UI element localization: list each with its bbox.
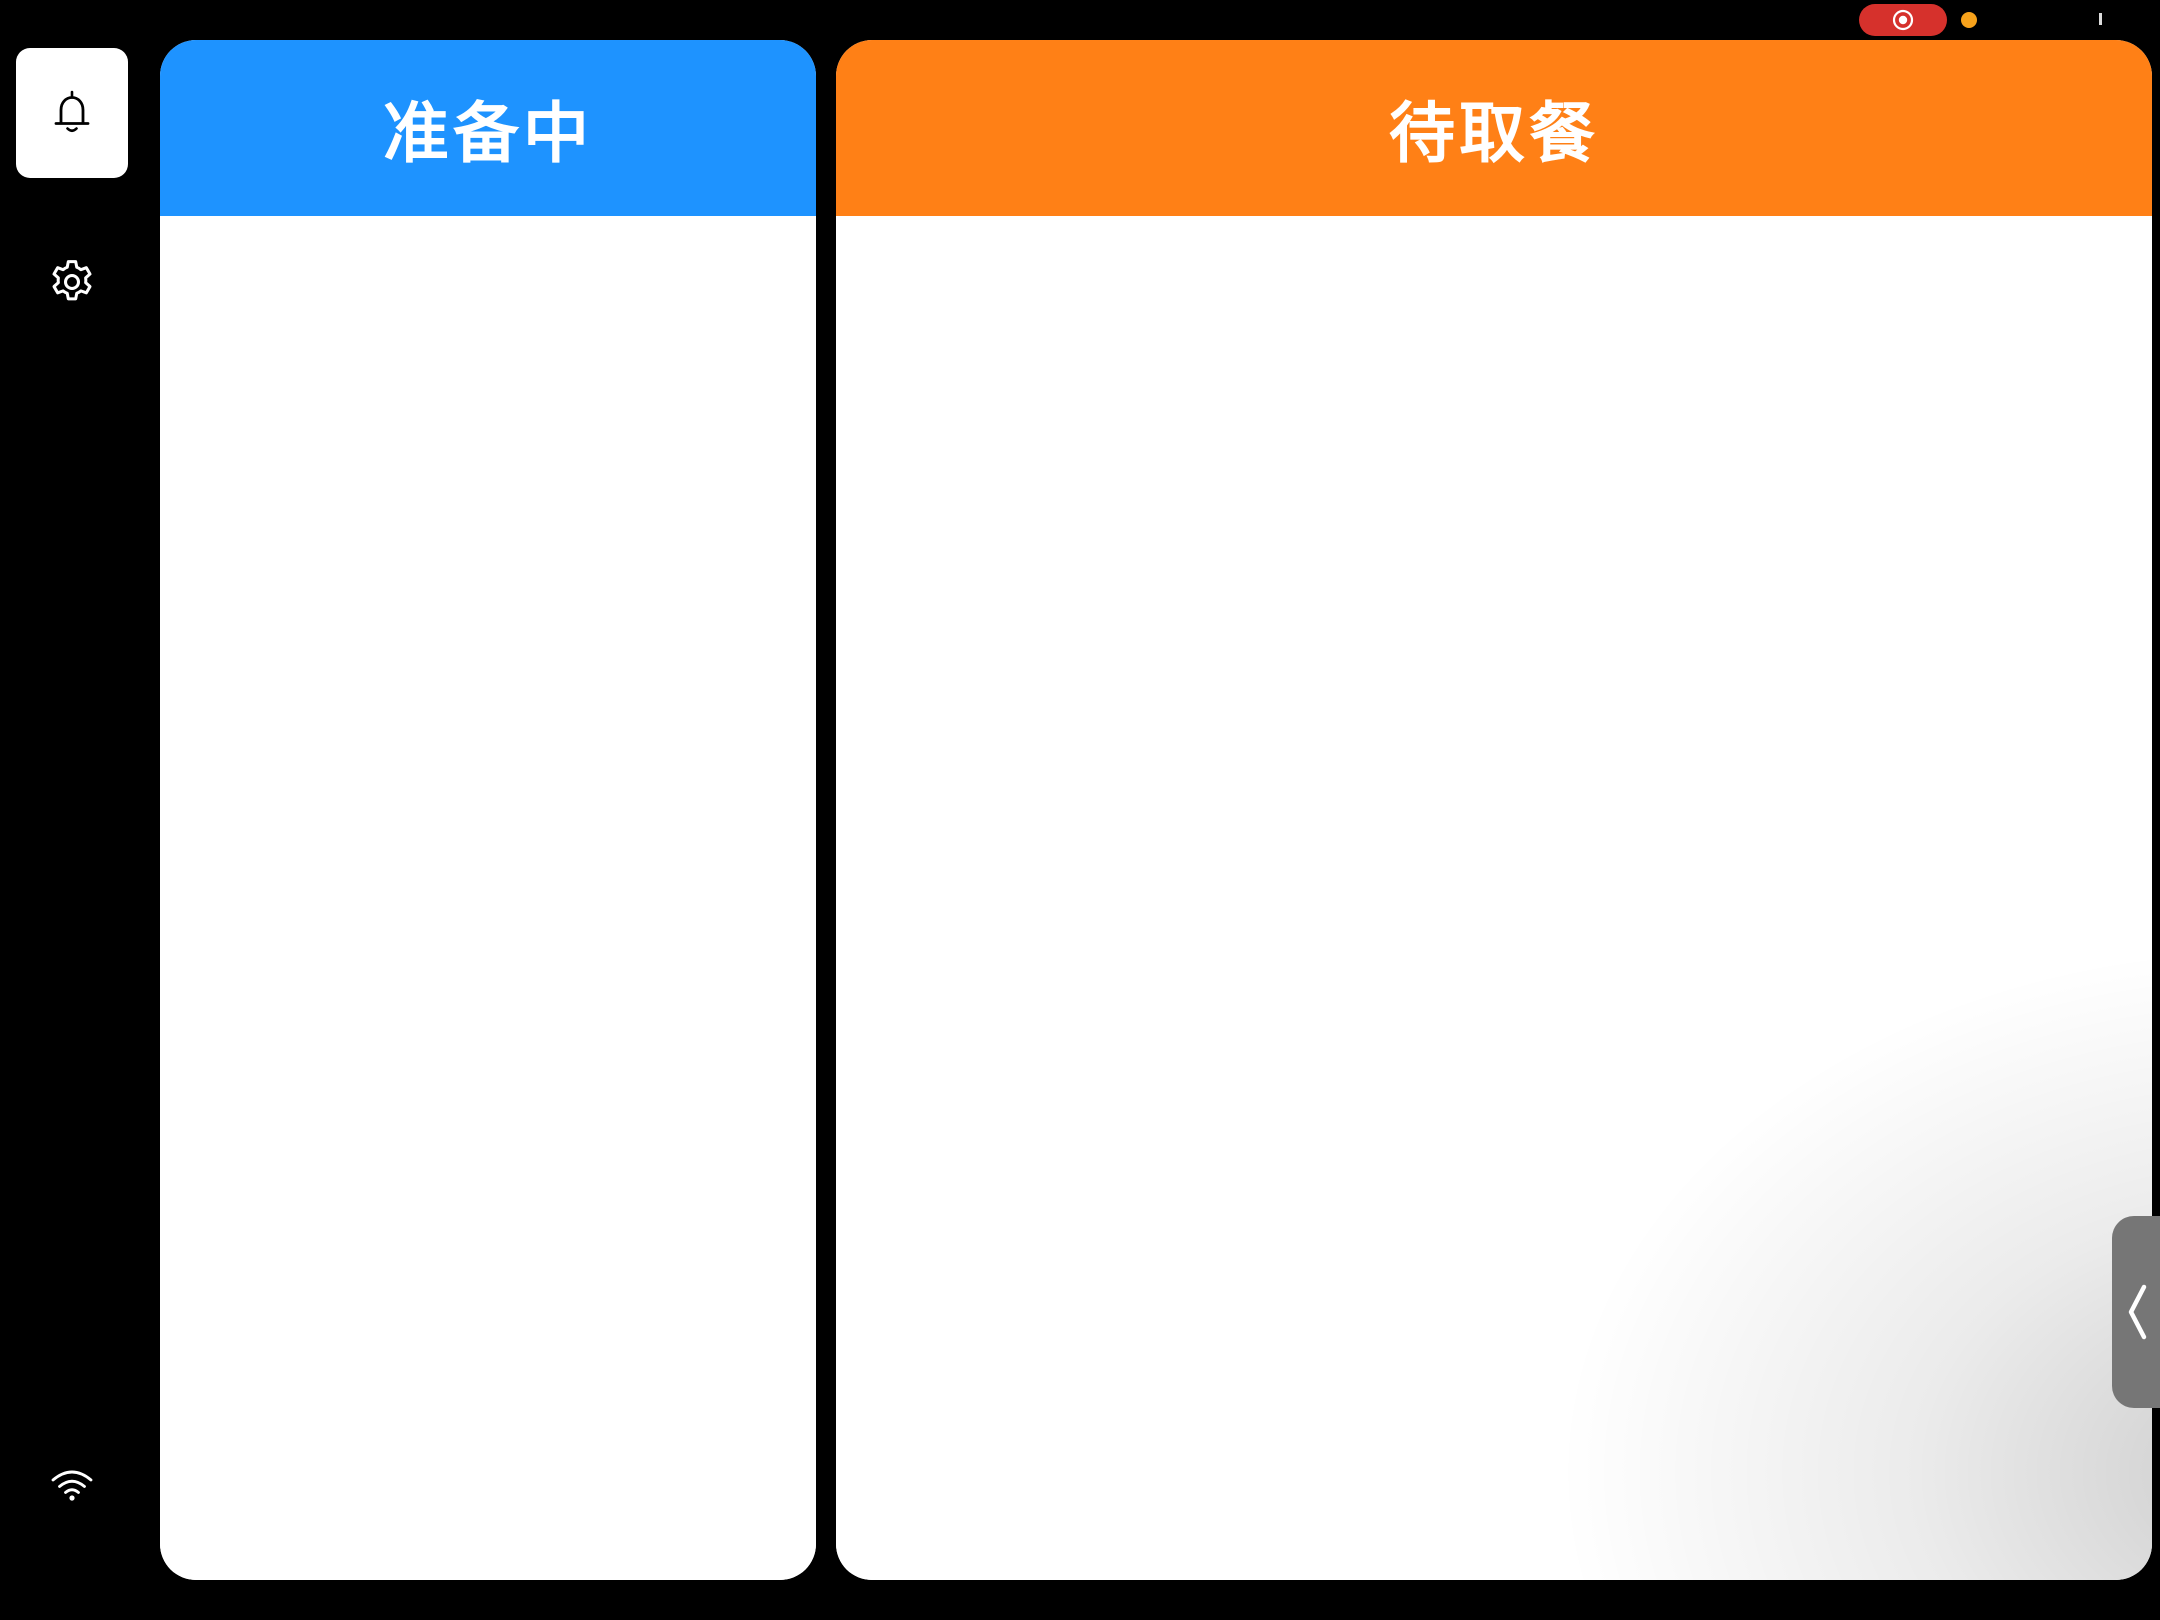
status-bar: [0, 0, 2160, 40]
wifi-icon: [51, 1470, 93, 1501]
wifi-status: [44, 1463, 100, 1507]
status-dot: [1961, 12, 1977, 28]
pickup-panel: 待取餐: [836, 40, 2152, 1580]
screen-record-indicator[interactable]: [1859, 4, 1947, 36]
preparing-title: 准备中: [383, 95, 593, 172]
sidebar: [0, 40, 145, 1620]
drawer-shadow: [1552, 940, 2152, 1580]
pickup-header: 待取餐: [836, 40, 2152, 216]
side-drawer-handle[interactable]: [2112, 1216, 2160, 1408]
bell-icon: [54, 90, 90, 133]
pickup-order-list: [836, 216, 2152, 1580]
pickup-title: 待取餐: [1389, 95, 1599, 172]
status-tick: [2099, 13, 2102, 25]
record-indicator-icon: [1892, 9, 1914, 31]
screen: 准备中 待取餐: [0, 0, 2160, 1620]
preparing-panel: 准备中: [160, 40, 816, 1580]
gear-icon: [52, 260, 92, 301]
preparing-order-list: [160, 216, 816, 1580]
sidebar-item-notifications[interactable]: [16, 48, 128, 178]
chevron-left-icon: [2128, 1284, 2147, 1340]
sidebar-item-settings[interactable]: [16, 218, 128, 346]
preparing-header: 准备中: [160, 40, 816, 216]
